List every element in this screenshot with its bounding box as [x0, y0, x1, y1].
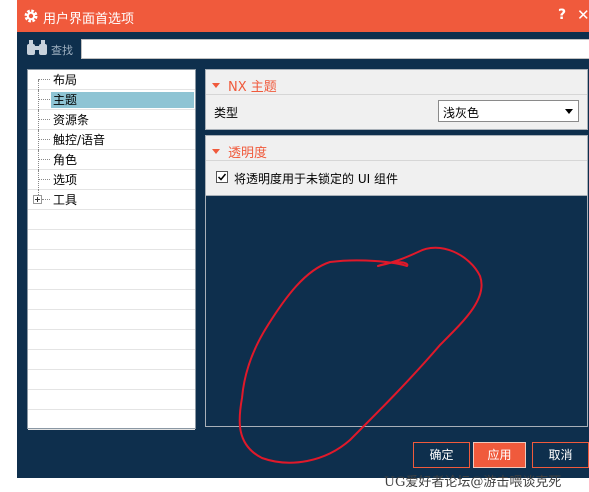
tree-item-label: 布局 — [53, 73, 78, 87]
nx-theme-heading: NX 主题 — [228, 80, 277, 95]
tree-item-tools[interactable]: 工具 — [28, 190, 195, 210]
tree-empty-row — [28, 250, 195, 270]
tree-empty-row — [28, 370, 195, 390]
expand-icon[interactable] — [33, 195, 42, 204]
theme-type-select[interactable]: 浅灰色 — [438, 100, 579, 122]
content-area — [205, 196, 588, 427]
chevron-down-icon — [565, 109, 573, 114]
cancel-button[interactable]: 取消 — [532, 442, 589, 468]
tree-item-theme[interactable]: 主题 — [28, 90, 195, 110]
tree-item-touch-voice[interactable]: 触控/语音 — [28, 130, 195, 150]
tree-item-label: 工具 — [53, 193, 78, 207]
theme-type-value: 浅灰色 — [443, 106, 480, 120]
tree-item-label: 选项 — [53, 173, 78, 187]
binoculars-icon — [27, 40, 47, 55]
tree-empty-row — [28, 230, 195, 250]
nx-theme-panel: NX 主题 类型 浅灰色 — [205, 69, 588, 130]
search-label: 查找 — [51, 44, 73, 57]
help-button[interactable]: ? — [558, 7, 566, 23]
close-button[interactable]: ✕ — [577, 6, 589, 24]
tree-empty-row — [28, 350, 195, 370]
transparency-header[interactable]: 透明度 — [212, 142, 268, 161]
tree-item-resource-bar[interactable]: 资源条 — [28, 110, 195, 130]
tree-empty-row — [28, 210, 195, 230]
tree-item-label: 主题 — [51, 92, 194, 108]
tree-empty-row — [28, 310, 195, 330]
nx-theme-header[interactable]: NX 主题 — [212, 76, 277, 95]
collapse-arrow-icon — [212, 83, 220, 88]
transparency-heading: 透明度 — [228, 146, 268, 161]
tree-item-label: 资源条 — [53, 113, 90, 127]
transparency-checkbox-label: 将透明度用于未锁定的 UI 组件 — [234, 172, 398, 186]
transparency-checkbox[interactable] — [216, 171, 228, 183]
tree-empty-row — [28, 390, 195, 410]
transparency-panel: 透明度 将透明度用于未锁定的 UI 组件 — [205, 135, 588, 196]
tree-item-role[interactable]: 角色 — [28, 150, 195, 170]
tree-empty-row — [28, 290, 195, 310]
search-bar: 查找 — [17, 32, 589, 66]
ok-button[interactable]: 确定 — [413, 442, 470, 468]
watermark: UG爱好者论坛@游击喂谈克死 — [384, 475, 562, 490]
collapse-arrow-icon — [212, 149, 220, 154]
preferences-dialog: 用户界面首选项 ? ✕ 查找 布局 主题 资源条 触控/语音 角色 选项 工具 … — [17, 0, 589, 478]
tree-item-layout[interactable]: 布局 — [28, 70, 195, 90]
tree-empty-row — [28, 410, 195, 430]
search-input[interactable] — [81, 39, 589, 59]
title-bar: 用户界面首选项 ? ✕ — [17, 0, 589, 32]
tree-empty-row — [28, 330, 195, 350]
tree-item-options[interactable]: 选项 — [28, 170, 195, 190]
category-tree: 布局 主题 资源条 触控/语音 角色 选项 工具 — [27, 69, 196, 430]
tree-item-label: 触控/语音 — [53, 133, 106, 147]
gear-icon — [24, 9, 38, 23]
type-label: 类型 — [214, 106, 239, 120]
tree-item-label: 角色 — [53, 153, 78, 167]
apply-button[interactable]: 应用 — [473, 442, 526, 468]
tree-empty-row — [28, 270, 195, 290]
window-title: 用户界面首选项 — [43, 12, 135, 27]
check-icon — [217, 173, 227, 181]
